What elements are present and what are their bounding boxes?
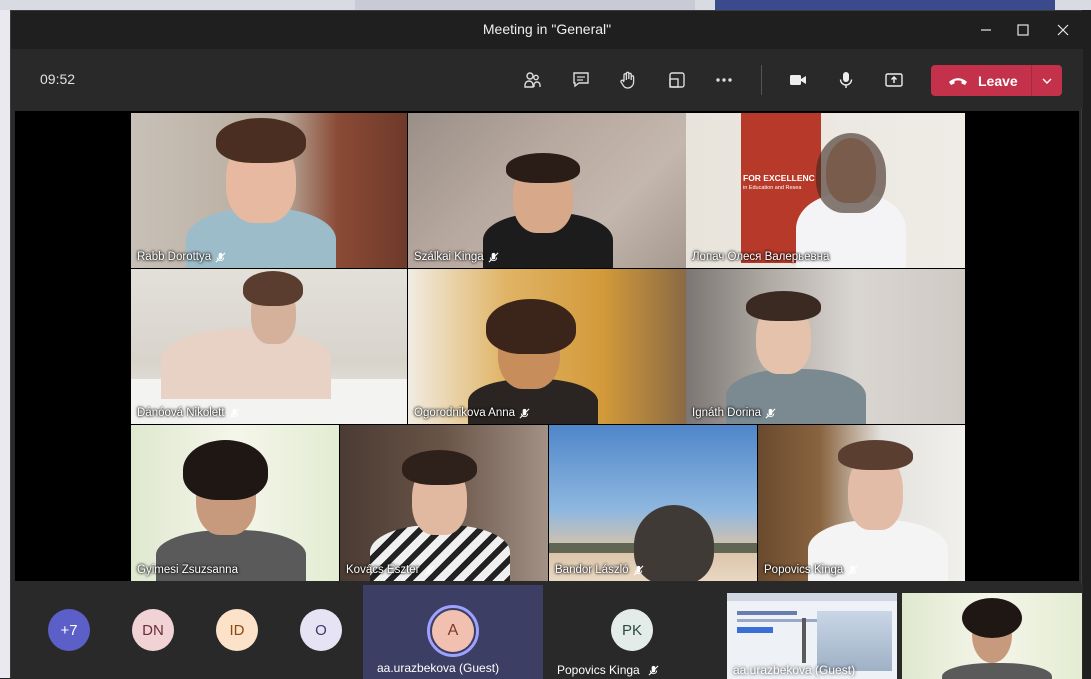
poster-text: FOR EXCELLENC [743, 173, 815, 183]
close-button[interactable] [1043, 17, 1083, 43]
people-icon [524, 72, 541, 88]
avatar: A [432, 610, 474, 652]
title-bar: Meeting in "General" [11, 11, 1083, 49]
maximize-button[interactable] [1003, 17, 1043, 43]
background-tabs [0, 0, 1091, 10]
video-tile[interactable]: Ignáth Dorina [686, 269, 965, 424]
breakout-rooms-icon [669, 72, 685, 88]
video-stage: Rabb Dorottya Szálkai Kinga FOR EXCELLEN… [15, 111, 1079, 581]
meeting-toolbar: 09:52 Leave [11, 49, 1083, 109]
mic-off-icon [648, 665, 659, 675]
leave-button[interactable]: Leave [931, 65, 1031, 96]
show-participants-button[interactable] [516, 64, 548, 96]
video-tile[interactable]: Kovács Eszter [340, 425, 548, 581]
participant-name: Bandor László [555, 564, 644, 576]
chevron-down-icon [1042, 78, 1052, 84]
poster-text: in Education and Resea [743, 185, 802, 191]
video-tile[interactable]: Dánóová Nikolett [131, 269, 407, 424]
video-tile[interactable]: FOR EXCELLENC in Education and Resea Лоп… [686, 113, 965, 268]
background-tab [355, 0, 695, 10]
participant-name: aa.urazbekova (Guest) [733, 663, 856, 677]
avatar[interactable]: PK [611, 609, 653, 651]
background-edge [0, 10, 10, 678]
leave-label: Leave [978, 72, 1018, 89]
participant-name: Лопач Олеся Валерьевна [692, 251, 830, 263]
video-tile[interactable]: Szálkai Kinga [408, 113, 686, 268]
window-title: Meeting in "General" [482, 21, 612, 37]
speaking-ring: A [427, 605, 479, 657]
camera-icon [790, 75, 806, 85]
mic-off-icon [847, 565, 858, 575]
share-screen-icon [885, 73, 903, 87]
video-tile[interactable]: Ogorodnikova Anna [408, 269, 686, 424]
video-tile[interactable]: Gyimesi Zsuzsanna [131, 425, 339, 581]
minimize-icon [981, 29, 991, 31]
participant-name: Szálkai Kinga [414, 251, 499, 263]
chat-icon [573, 72, 589, 88]
raise-hand-icon [620, 71, 635, 89]
leave-button-group: Leave [931, 65, 1062, 96]
participant-name: Popovics Kinga [764, 564, 858, 576]
microphone-toggle-button[interactable] [830, 64, 862, 96]
leave-options-button[interactable] [1032, 78, 1062, 84]
meeting-timer: 09:52 [40, 71, 76, 87]
active-speaker-tile[interactable]: A aa.urazbekova (Guest) [363, 585, 543, 679]
video-tile[interactable]: Bandor László [549, 425, 757, 581]
mic-off-icon [765, 408, 776, 418]
video-tile[interactable]: Popovics Kinga [758, 425, 965, 581]
avatar[interactable]: O [300, 609, 342, 651]
raise-hand-button[interactable] [612, 64, 644, 96]
mic-off-icon [229, 408, 240, 418]
microphone-icon [839, 72, 853, 88]
mic-off-icon [488, 252, 499, 262]
participant-name: Rabb Dorottya [137, 251, 226, 263]
breakout-rooms-button[interactable] [661, 64, 693, 96]
participant-strip: +7 DN ID O A aa.urazbekova (Guest) PK Po… [11, 583, 1083, 679]
video-tile[interactable]: Rabb Dorottya [131, 113, 407, 268]
participant-name: Dánóová Nikolett [137, 407, 240, 419]
mic-off-icon [215, 252, 226, 262]
participant-name: Gyimesi Zsuzsanna [137, 564, 238, 576]
share-content-button[interactable] [878, 64, 910, 96]
mic-off-icon [424, 565, 434, 575]
more-options-button[interactable] [708, 64, 740, 96]
mic-off-icon [633, 565, 644, 575]
participant-name: Popovics Kinga [557, 663, 659, 677]
more-participants-button[interactable]: +7 [48, 609, 90, 651]
avatar[interactable]: ID [216, 609, 258, 651]
participant-name: Ignáth Dorina [692, 407, 776, 419]
camera-toggle-button[interactable] [782, 64, 814, 96]
avatar[interactable]: DN [132, 609, 174, 651]
close-icon [1057, 24, 1069, 36]
toolbar-separator [761, 65, 762, 95]
background-tab [715, 0, 1055, 10]
minimize-button[interactable] [966, 17, 1006, 43]
mic-off-icon [519, 408, 530, 418]
maximize-icon [1017, 24, 1029, 36]
hang-up-icon [949, 77, 967, 85]
meeting-window: Meeting in "General" 09:52 Leave Rabb Do… [10, 10, 1083, 679]
participant-name: Ogorodnikova Anna [414, 407, 530, 419]
participant-name: Kovács Eszter [346, 564, 435, 576]
more-options-icon [716, 78, 732, 82]
show-conversation-button[interactable] [565, 64, 597, 96]
self-view[interactable] [902, 593, 1082, 679]
shared-screen-thumbnail[interactable]: aa.urazbekova (Guest) [727, 593, 897, 679]
participant-name: aa.urazbekova (Guest) [377, 661, 500, 675]
